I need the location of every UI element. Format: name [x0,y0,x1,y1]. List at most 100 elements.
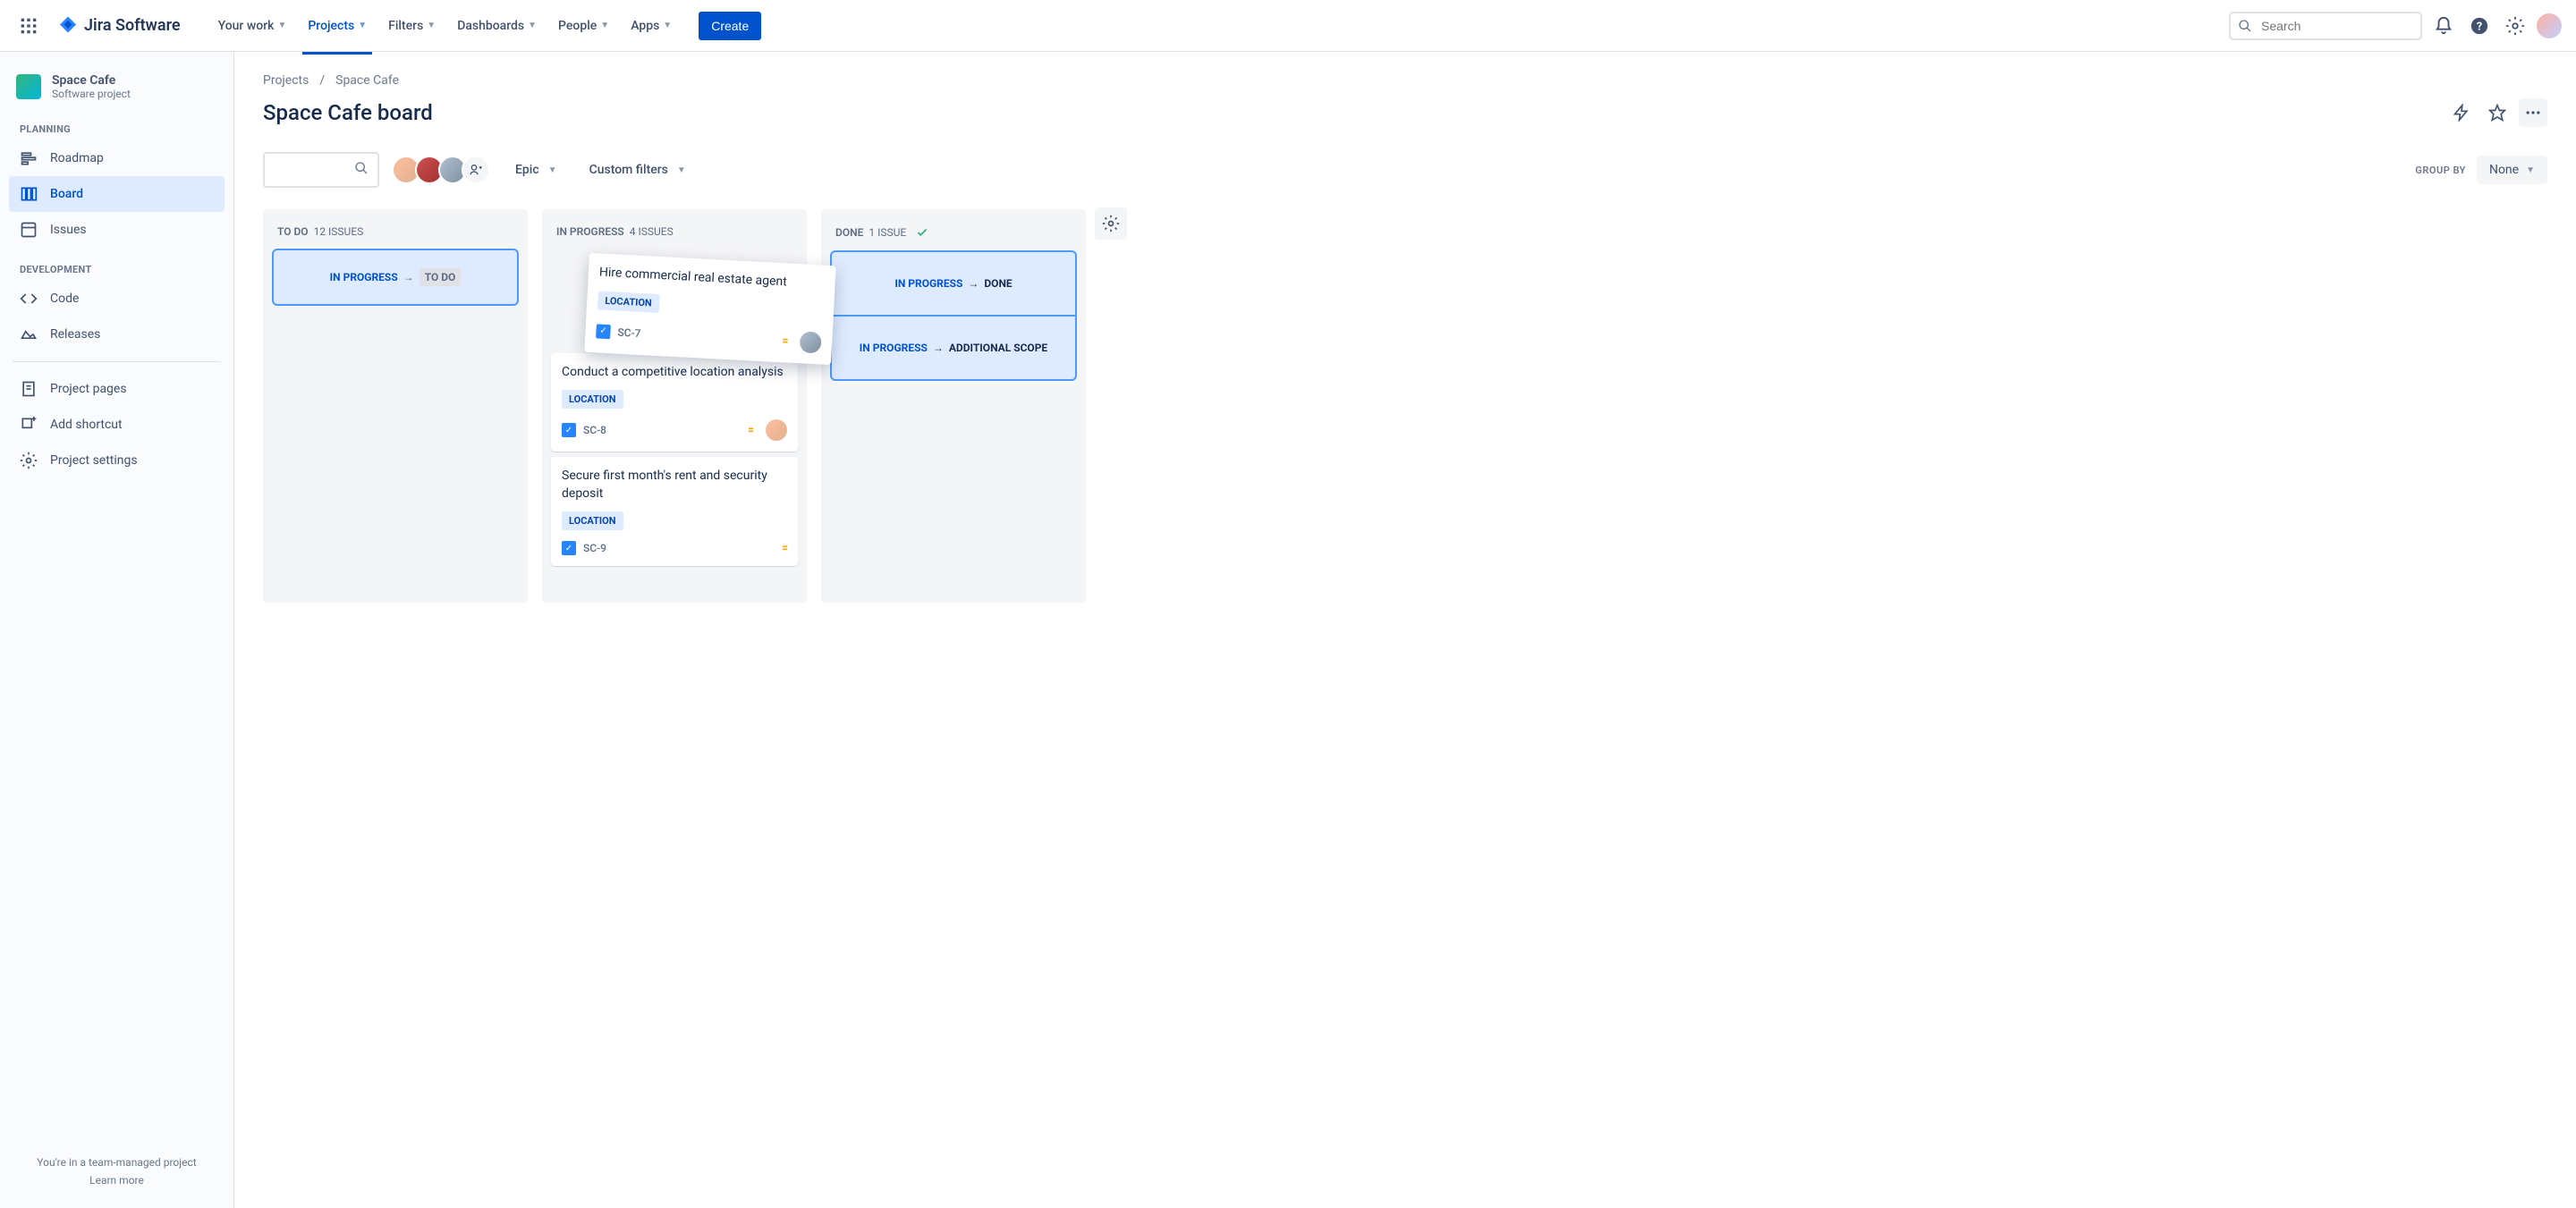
automation-icon[interactable] [2447,98,2476,127]
project-settings-icon [20,452,38,469]
page-header: Space Cafe board [263,98,2547,127]
priority-medium-icon: ━━ [783,338,787,343]
nav-apps[interactable]: Apps▼ [622,12,681,40]
column-done-header[interactable]: DONE 1 ISSUE [826,220,1080,250]
card-sc-7[interactable]: Hire commercial real estate agent LOCATI… [584,253,835,365]
top-nav-left: Jira Software Your work▼ Projects▼ Filte… [14,12,761,40]
toolbar-right: GROUP BY None▼ [2415,156,2547,184]
nav-dashboards[interactable]: Dashboards▼ [448,12,546,40]
chevron-down-icon: ▼ [2526,165,2535,175]
pages-icon [20,380,38,398]
toolbar: Epic▼ Custom filters▼ GROUP BY None▼ [263,152,2547,188]
custom-filters[interactable]: Custom filters▼ [582,156,693,184]
chevron-down-icon: ▼ [663,21,672,30]
breadcrumb-projects[interactable]: Projects [263,73,309,88]
sidebar-item-add-shortcut[interactable]: Add shortcut [9,407,225,443]
top-nav-right: ? [2229,12,2562,40]
app-switcher-icon[interactable] [14,12,43,40]
epic-filter[interactable]: Epic▼ [508,156,564,184]
task-type-icon: ✓ [562,541,576,555]
card-key: SC-8 [583,424,606,436]
dropzone-done[interactable]: IN PROGRESS → DONE [832,252,1075,315]
project-header[interactable]: Space Cafe Software project [9,73,225,118]
groupby-select[interactable]: None▼ [2477,156,2547,184]
card-title: Conduct a competitive location analysis [562,364,787,382]
search-icon [2238,19,2252,37]
dropzone-additional-scope[interactable]: IN PROGRESS → ADDITIONAL SCOPE [832,317,1075,379]
dropzone-todo[interactable]: IN PROGRESS → TO DO [272,249,519,306]
issues-icon [20,221,38,239]
priority-medium-icon: ━━ [749,427,753,433]
card-tag: LOCATION [562,511,623,530]
task-type-icon: ✓ [562,423,576,437]
releases-icon [20,325,38,343]
nav-items: Your work▼ Projects▼ Filters▼ Dashboards… [209,12,682,40]
search-input[interactable] [2229,12,2422,40]
page-title: Space Cafe board [263,100,433,125]
jira-logo-icon [57,15,79,37]
sidebar-item-releases[interactable]: Releases [9,317,225,352]
arrow-right-icon: → [933,342,944,354]
nav-filters[interactable]: Filters▼ [379,12,445,40]
breadcrumb: Projects / Space Cafe [263,73,2547,88]
column-inprogress-header[interactable]: IN PROGRESS 4 ISSUES [547,220,801,249]
sidebar-item-project-settings[interactable]: Project settings [9,443,225,478]
main: Projects / Space Cafe Space Cafe board [234,52,2576,1208]
jira-logo-text: Jira Software [84,16,181,35]
layout: Space Cafe Software project PLANNING Roa… [0,52,2576,1208]
card-footer: ✓ SC-9 ━━ [562,541,787,555]
more-icon[interactable] [2519,98,2547,127]
top-nav: Jira Software Your work▼ Projects▼ Filte… [0,0,2576,52]
dropzone-done-stack: IN PROGRESS → DONE IN PROGRESS → ADDITIO… [830,250,1077,381]
add-assignee-icon[interactable] [462,156,490,184]
chevron-down-icon: ▼ [427,21,436,30]
search-icon [354,161,369,179]
notifications-icon[interactable] [2429,12,2458,40]
board: TO DO 12 ISSUES IN PROGRESS → TO DO IN P… [263,209,2547,603]
nav-people[interactable]: People▼ [549,12,618,40]
sidebar: Space Cafe Software project PLANNING Roa… [0,52,234,1208]
nav-your-work[interactable]: Your work▼ [209,12,296,40]
page-actions [2447,98,2547,127]
chevron-down-icon: ▼ [600,21,609,30]
nav-projects[interactable]: Projects▼ [299,12,376,40]
card-sc-9[interactable]: Secure first month's rent and security d… [551,457,798,566]
column-todo-header[interactable]: TO DO 12 ISSUES [268,220,522,249]
sidebar-item-board[interactable]: Board [9,176,225,212]
sidebar-item-project-pages[interactable]: Project pages [9,371,225,407]
sidebar-item-roadmap[interactable]: Roadmap [9,140,225,176]
card-footer: ✓ SC-8 ━━ [562,419,787,441]
card-key: SC-9 [583,542,606,554]
star-icon[interactable] [2483,98,2512,127]
breadcrumb-space-cafe[interactable]: Space Cafe [335,73,399,88]
column-settings-icon[interactable] [1095,207,1127,240]
settings-icon[interactable] [2501,12,2529,40]
arrow-right-icon: → [403,271,414,283]
chevron-down-icon: ▼ [528,21,537,30]
sidebar-divider [13,361,221,362]
card-tag: LOCATION [597,291,660,313]
column-todo: TO DO 12 ISSUES IN PROGRESS → TO DO [263,209,528,603]
breadcrumb-separator: / [319,73,325,88]
groupby-label: GROUP BY [2415,165,2466,176]
priority-medium-icon: ━━ [783,545,787,551]
card-assignee[interactable] [800,331,822,353]
sidebar-item-issues[interactable]: Issues [9,212,225,248]
jira-logo[interactable]: Jira Software [50,15,188,37]
roadmap-icon [20,149,38,167]
card-assignee[interactable] [766,419,787,441]
card-sc-8[interactable]: Conduct a competitive location analysis … [551,353,798,452]
chevron-down-icon: ▼ [358,21,367,30]
section-planning-label: PLANNING [9,118,225,140]
board-search[interactable] [263,152,379,188]
column-in-progress: IN PROGRESS 4 ISSUES Hire commercial rea… [542,209,807,603]
sidebar-footer: You're in a team-managed project Learn m… [9,1145,225,1197]
board-search-input[interactable] [274,163,354,177]
sidebar-learn-more[interactable]: Learn more [20,1174,214,1187]
user-avatar[interactable] [2537,13,2562,38]
help-icon[interactable]: ? [2465,12,2494,40]
sidebar-item-code[interactable]: Code [9,281,225,317]
assignee-filter [397,156,490,184]
card-title: Hire commercial real estate agent [598,264,825,293]
create-button[interactable]: Create [699,12,761,40]
